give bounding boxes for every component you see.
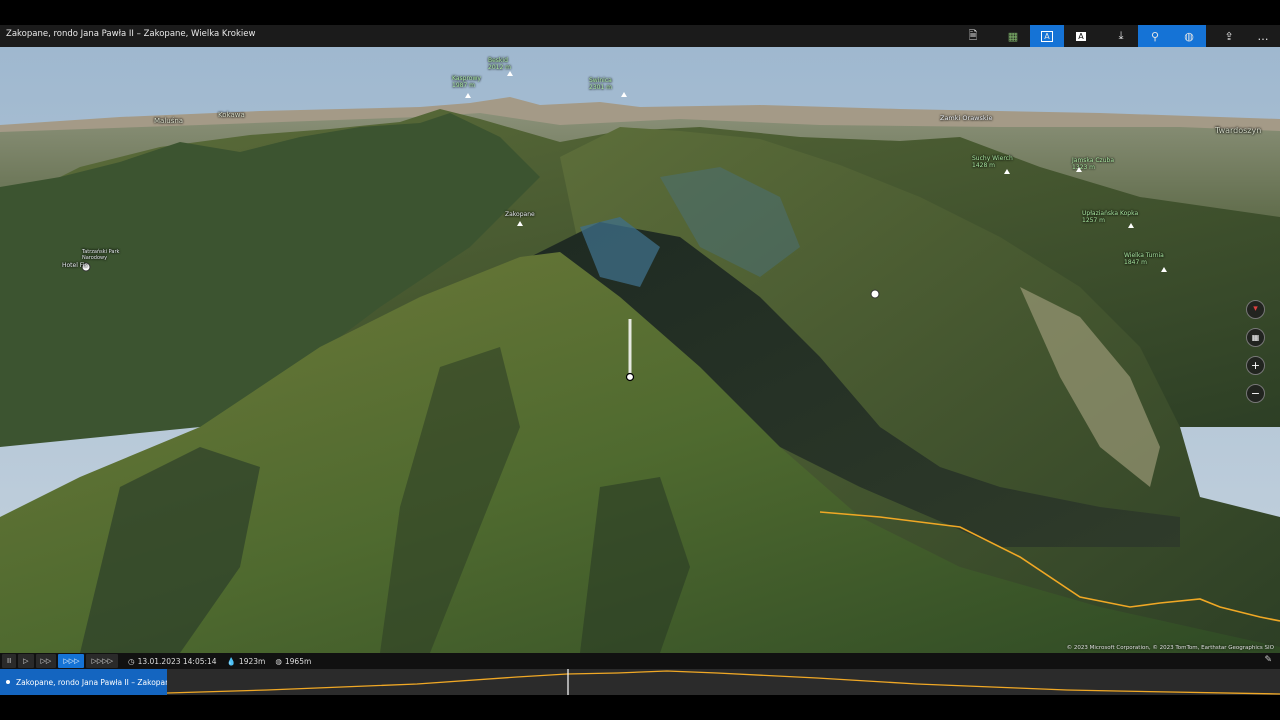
play-icon: ▷ xyxy=(23,657,29,665)
terrain-icon: ▦ xyxy=(1007,29,1019,43)
elevation-line xyxy=(167,670,1280,695)
globe-small-icon: ◍ xyxy=(275,656,282,666)
poi-label-hotel: Hotel Fis xyxy=(62,262,88,269)
peak-label-suchy: Suchy Wierch 1428 m xyxy=(972,155,1013,169)
altitude-stat: 💧 1923m xyxy=(227,657,266,666)
speed-4x-icon: ▷▷▷▷ xyxy=(91,657,114,665)
peak-marker xyxy=(507,71,513,76)
share-button[interactable]: ⇪ xyxy=(1212,25,1246,47)
edit-button[interactable]: ✎ xyxy=(1264,655,1272,665)
datetime-value: 13.01.2023 14:05:14 xyxy=(137,656,217,666)
map-3d-view[interactable]: Kasprowy 1987 m Beskid 2012 m Swinica 2301 … xyxy=(0,47,1280,653)
speed-2x-button[interactable]: ▷▷ xyxy=(35,654,57,668)
speed-4x-button[interactable]: ▷▷▷▷ xyxy=(86,654,119,668)
route-dot-icon xyxy=(6,680,10,684)
place-label-twardoszyn: Twardoszyn xyxy=(1215,126,1262,135)
speed-3x-button[interactable]: ▷▷▷ xyxy=(58,654,85,668)
more-icon: … xyxy=(1257,29,1269,43)
peak-label-kasprowy: Kasprowy 1987 m xyxy=(452,75,481,89)
clock-icon: ◷ xyxy=(128,656,135,666)
route-name: Zakopane, rondo Jana Pawła II – Zakopane… xyxy=(16,677,167,687)
elevation-stat: ◍ 1965m xyxy=(275,657,311,666)
peak-marker xyxy=(621,92,627,97)
elevation-profile[interactable]: Zakopane, rondo Jana Pawła II – Zakopane… xyxy=(0,669,1280,695)
labels-icon: A xyxy=(1041,30,1053,42)
peak-marker xyxy=(1004,169,1010,174)
peak-marker xyxy=(1128,223,1134,228)
compass-button[interactable]: ▾ xyxy=(1246,300,1265,319)
peak-label-beskid: Beskid 2012 m xyxy=(488,57,512,71)
speed-2x-icon: ▷▷ xyxy=(40,657,52,665)
more-button[interactable]: … xyxy=(1246,25,1280,47)
tilt-button[interactable]: ▦ xyxy=(1246,328,1265,347)
peak-label-wielka-turnia: Wielka Turnia 1847 m xyxy=(1124,252,1164,266)
zoom-out-button[interactable]: − xyxy=(1246,384,1265,403)
peak-marker xyxy=(465,93,471,98)
compass-icon: ▾ xyxy=(1253,304,1258,314)
map-copyright: © 2023 Microsoft Corporation, © 2023 Tom… xyxy=(1066,645,1274,651)
pencil-icon: ✎ xyxy=(1264,655,1272,665)
place-label-zakopane: Zakopane xyxy=(505,211,535,218)
pin-button[interactable]: ⚲ xyxy=(1138,25,1172,47)
share-icon: ⇪ xyxy=(1224,29,1234,43)
globe-icon: ◍ xyxy=(1184,29,1194,43)
terrain-render xyxy=(0,47,1280,653)
place-label-kokawa: Kokawa xyxy=(218,111,245,119)
tilt-icon: ▦ xyxy=(1251,332,1260,342)
pin-icon: ⚲ xyxy=(1150,29,1160,43)
place-label-zamki: Zamki Orawskie xyxy=(940,114,993,122)
datetime-stat: ◷ 13.01.2023 14:05:14 xyxy=(128,657,217,666)
labels-button[interactable]: A xyxy=(1030,25,1064,47)
peak-marker xyxy=(1161,267,1167,272)
area-label-tpn: Tatrzański Park Narodowy xyxy=(82,249,120,261)
letterbox-top xyxy=(0,0,1280,25)
window-title: Zakopane, rondo Jana Pawła II – Zakopane… xyxy=(6,29,256,39)
playback-controls: II ▷ ▷▷ ▷▷▷ ▷▷▷▷ ◷ 13.01.2023 14:05:14 💧 1… xyxy=(0,653,1280,669)
place-marker xyxy=(517,221,523,226)
peak-label-swinica: Swinica 2301 m xyxy=(589,77,613,91)
place-label-malusna: Maluśna xyxy=(154,117,184,125)
export-icon: 🗎 xyxy=(968,28,978,42)
globe-button[interactable]: ◍ xyxy=(1172,25,1206,47)
current-position-marker[interactable] xyxy=(625,372,635,382)
toolbar: 🗎 ▦ A A ⤓ ⚲ ◍ ⇪ … xyxy=(956,25,1280,47)
pause-button[interactable]: II xyxy=(2,654,17,668)
plus-icon: + xyxy=(1250,359,1261,372)
elevation-chart xyxy=(167,669,1280,695)
export-button[interactable]: 🗎 xyxy=(956,25,990,47)
peak-marker xyxy=(1076,167,1082,172)
peak-label-upazna: Upłaziańska Kopka 1257 m xyxy=(1082,210,1139,224)
download-button[interactable]: ⤓ xyxy=(1104,25,1138,47)
labels-alt-button[interactable]: A xyxy=(1064,25,1098,47)
zoom-in-button[interactable]: + xyxy=(1246,356,1265,375)
terrain-button[interactable]: ▦ xyxy=(996,25,1030,47)
drop-icon: 💧 xyxy=(226,656,236,666)
letterbox-bottom xyxy=(0,695,1280,720)
poi-marker[interactable] xyxy=(870,289,880,299)
route-tag[interactable]: Zakopane, rondo Jana Pawła II – Zakopane… xyxy=(0,669,167,695)
download-icon: ⤓ xyxy=(1118,29,1124,42)
pause-icon: II xyxy=(7,657,12,665)
elevation-value: 1965m xyxy=(284,656,312,666)
title-bar: Zakopane, rondo Jana Pawła II – Zakopane… xyxy=(0,25,1280,47)
minus-icon: − xyxy=(1250,387,1261,400)
altitude-value: 1923m xyxy=(238,656,266,666)
play-button[interactable]: ▷ xyxy=(18,654,34,668)
labels-alt-icon: A xyxy=(1076,31,1086,41)
speed-3x-icon: ▷▷▷ xyxy=(63,657,80,665)
